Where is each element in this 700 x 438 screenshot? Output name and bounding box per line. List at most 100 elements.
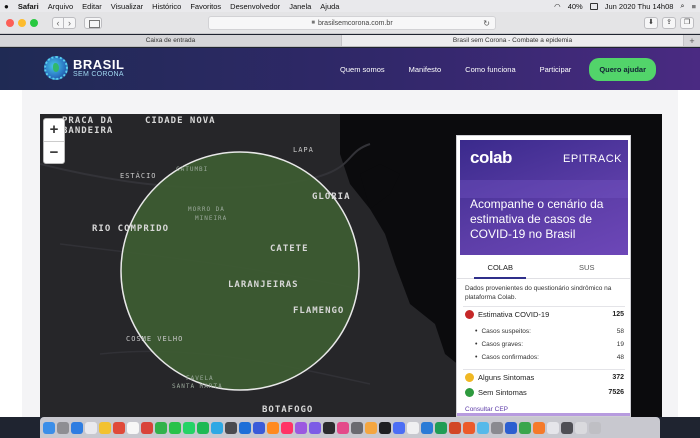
downloads-folder-icon[interactable] (575, 421, 587, 434)
calendar-icon[interactable] (113, 421, 125, 434)
estimativa-row: Estimativa COVID-19 125 (465, 310, 624, 319)
red-status-dot-icon (465, 310, 474, 319)
casos-suspeitos-row: • Casos suspeitos: 58 (475, 328, 624, 335)
telegram-icon[interactable] (211, 421, 223, 434)
menu-item-ajuda[interactable]: Ajuda (320, 2, 339, 11)
menu-item-historico[interactable]: Histórico (152, 2, 181, 11)
quero-ajudar-button[interactable]: Quero ajudar (589, 57, 656, 81)
app-store-icon[interactable] (477, 421, 489, 434)
menu-app-name[interactable]: Safari (18, 2, 39, 11)
minimize-window-button[interactable] (18, 18, 26, 27)
apple-menu-icon[interactable]: ● (4, 2, 9, 11)
safari-icon[interactable] (71, 421, 83, 434)
premiere-icon[interactable] (295, 421, 307, 434)
zoom-out-button[interactable]: − (44, 141, 64, 163)
menu-item-janela[interactable]: Janela (289, 2, 311, 11)
notes-icon[interactable] (99, 421, 111, 434)
tab-sus[interactable]: SUS (544, 257, 631, 278)
alguns-sintomas-value: 372 (612, 374, 624, 381)
menu-item-desenvolvedor[interactable]: Desenvolvedor (230, 2, 280, 11)
casos-suspeitos-label: Casos suspeitos: (481, 328, 531, 335)
activity-monitor-icon[interactable] (561, 421, 573, 434)
close-window-button[interactable] (6, 18, 14, 27)
mail-icon[interactable] (85, 421, 97, 434)
after-effects-icon[interactable] (309, 421, 321, 434)
battery-icon[interactable] (589, 2, 598, 10)
nav-link-quem-somos[interactable]: Quem somos (340, 65, 385, 74)
word-icon[interactable] (421, 421, 433, 434)
new-tab-button[interactable]: + (684, 35, 700, 46)
messages-icon[interactable] (155, 421, 167, 434)
share-button[interactable]: ⇪ (662, 17, 676, 29)
pages-icon[interactable] (533, 421, 545, 434)
terminal-icon[interactable] (225, 421, 237, 434)
bullet-icon: • (475, 341, 478, 348)
menu-item-visualizar[interactable]: Visualizar (111, 2, 143, 11)
app-icon[interactable] (351, 421, 363, 434)
map-label-cosme-velho: COSME VELHO (126, 335, 184, 343)
tab-brasil-sem-corona[interactable]: Brasil sem Corona - Combate a epidemia (342, 35, 684, 46)
facetime-icon[interactable] (169, 421, 181, 434)
site-logo[interactable]: BRASIL SEM CORONA (44, 56, 124, 80)
system-preferences-icon[interactable] (491, 421, 503, 434)
finder-icon[interactable] (43, 421, 55, 434)
nav-link-manifesto[interactable]: Manifesto (409, 65, 442, 74)
menu-item-favoritos[interactable]: Favoritos (190, 2, 221, 11)
map-label-estacio: ESTÁCIO (120, 172, 157, 180)
epitrack-logo: EPITRACK (562, 153, 622, 165)
whatsapp-icon[interactable] (183, 421, 195, 434)
launchpad-icon[interactable] (57, 421, 69, 434)
nav-link-como-funciona[interactable]: Como funciona (465, 65, 515, 74)
keynote-icon[interactable] (505, 421, 517, 434)
tab-colab[interactable]: COLAB (457, 257, 544, 279)
back-button[interactable]: ‹ (52, 16, 64, 29)
excel-icon[interactable] (435, 421, 447, 434)
panel-heading: Acompanhe o cenário da estimativa de cas… (470, 197, 604, 241)
logo-text: BRASIL SEM CORONA (73, 58, 124, 78)
vscode-icon[interactable] (239, 421, 251, 434)
menu-item-editar[interactable]: Editar (82, 2, 102, 11)
reload-icon[interactable]: ↻ (483, 19, 490, 28)
address-bar[interactable]: ■ brasilsemcorona.com.br ↻ (208, 16, 496, 30)
clock[interactable]: Jun 2020 Thu 14h08 (605, 2, 674, 11)
indesign-icon[interactable] (281, 421, 293, 434)
zoom-in-button[interactable]: + (44, 119, 64, 141)
panel-tabs: COLAB SUS (457, 257, 630, 279)
yellow-status-dot-icon (465, 373, 474, 382)
forward-button[interactable]: › (64, 16, 76, 29)
panel-banner: colab EPITRACK Acompanhe o cenário da es… (460, 140, 628, 255)
map-label-botafogo: BOTAFOGO (262, 405, 314, 415)
figma-icon[interactable] (379, 421, 391, 434)
battery-percent[interactable]: 40% (568, 2, 583, 11)
consultar-cep-link[interactable]: Consultar CEP (465, 406, 508, 413)
photoshop-icon[interactable] (253, 421, 265, 434)
downloads-button[interactable]: ⬇ (644, 17, 658, 29)
photos-icon[interactable] (127, 421, 139, 434)
illustrator-icon[interactable] (267, 421, 279, 434)
tab-label: Caixa de entrada (145, 37, 196, 44)
tab-caixa-de-entrada[interactable]: Caixa de entrada (0, 35, 342, 46)
final-cut-icon[interactable] (323, 421, 335, 434)
sketch-icon[interactable] (365, 421, 377, 434)
control-center-icon[interactable]: ≡ (692, 2, 696, 11)
site-nav: Quem somos Manifesto Como funciona Parti… (316, 48, 656, 90)
trash-icon[interactable] (589, 421, 601, 434)
menu-item-arquivo[interactable]: Arquivo (48, 2, 73, 11)
zoom-window-button[interactable] (30, 18, 38, 27)
preview-icon[interactable] (407, 421, 419, 434)
chrome-icon[interactable] (141, 421, 153, 434)
music-icon[interactable] (463, 421, 475, 434)
wifi-icon[interactable]: ◠ (554, 2, 561, 11)
powerpoint-icon[interactable] (449, 421, 461, 434)
zoom-icon[interactable] (393, 421, 405, 434)
textedit-icon[interactable] (547, 421, 559, 434)
case-radius-circle[interactable] (120, 151, 360, 391)
xd-icon[interactable] (337, 421, 349, 434)
nav-link-participar[interactable]: Participar (540, 65, 572, 74)
show-tabs-button[interactable]: ❐ (680, 17, 694, 29)
colab-logo: colab (470, 148, 512, 167)
spotlight-icon[interactable]: ⌕ (680, 1, 684, 11)
sidebar-toggle-button[interactable] (84, 16, 102, 29)
spotify-icon[interactable] (197, 421, 209, 434)
numbers-icon[interactable] (519, 421, 531, 434)
